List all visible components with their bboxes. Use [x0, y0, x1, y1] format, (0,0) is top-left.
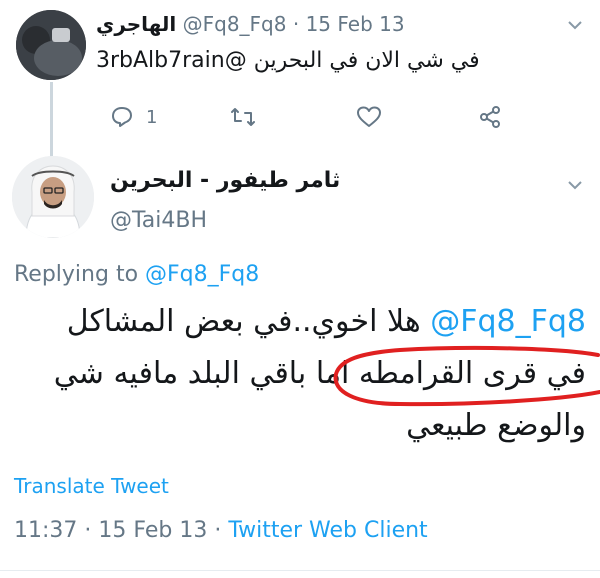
retweet-action[interactable]: [230, 100, 256, 134]
reply-count: 1: [146, 106, 158, 128]
header-separator: ·: [292, 12, 300, 36]
bottom-divider: [0, 570, 600, 571]
replying-to-link[interactable]: @Fq8_Fq8: [145, 262, 259, 287]
reply-icon: [112, 107, 132, 127]
replying-to-line: Replying to @Fq8_Fq8: [14, 262, 259, 287]
main-handle[interactable]: @Tai4BH: [110, 208, 207, 233]
reply-tweet-text: 3rbAlb7rain@ في شي الان في البحرين: [96, 48, 480, 73]
reply-display-name[interactable]: الهاجري: [96, 12, 176, 36]
replying-prefix: Replying to: [14, 262, 146, 287]
body-line-3: والوضع طبيعي: [406, 408, 586, 443]
body-line-2: في قرى القرامطه اما باقي البلد مافيه شي: [53, 356, 586, 391]
body-line-1-text: هلا اخوي..في بعض المشاكل: [66, 304, 421, 339]
thread-connector-line: [50, 82, 53, 164]
tweet-client-link[interactable]: Twitter Web Client: [228, 518, 427, 543]
main-tweet-body: @Fq8_Fq8 هلا اخوي..في بعض المشاكل في قرى…: [20, 296, 586, 452]
like-icon: [357, 106, 381, 127]
reply-date[interactable]: 15 Feb 13: [306, 12, 405, 36]
reply-handle[interactable]: @Fq8_Fq8: [183, 12, 287, 36]
translate-tweet-link[interactable]: Translate Tweet: [14, 474, 169, 498]
like-action[interactable]: [356, 100, 382, 134]
reply-action[interactable]: 1: [110, 100, 157, 134]
reply-tweet-header: الهاجري @Fq8_Fq8 · 15 Feb 13: [96, 12, 566, 42]
main-author-avatar[interactable]: [12, 156, 94, 238]
chevron-down-icon[interactable]: [566, 18, 584, 32]
tweet-time[interactable]: 11:37: [14, 518, 77, 543]
reply-tweet-actions: 1: [110, 100, 530, 134]
chevron-down-icon[interactable]: [566, 178, 584, 192]
share-icon: [480, 106, 500, 128]
tweet-date[interactable]: 15 Feb 13: [98, 518, 207, 543]
retweet-icon: [231, 108, 255, 126]
share-action[interactable]: [478, 100, 502, 134]
tweet-timestamp-line: 11:37 · 15 Feb 13 · Twitter Web Client: [14, 518, 428, 543]
reply-author-avatar[interactable]: [16, 10, 86, 80]
body-mention-link[interactable]: @Fq8_Fq8: [430, 304, 586, 339]
main-display-name[interactable]: ثامر طيفور - البحرين: [110, 168, 560, 200]
body-line-1: @Fq8_Fq8 هلا اخوي..في بعض المشاكل: [20, 296, 586, 348]
